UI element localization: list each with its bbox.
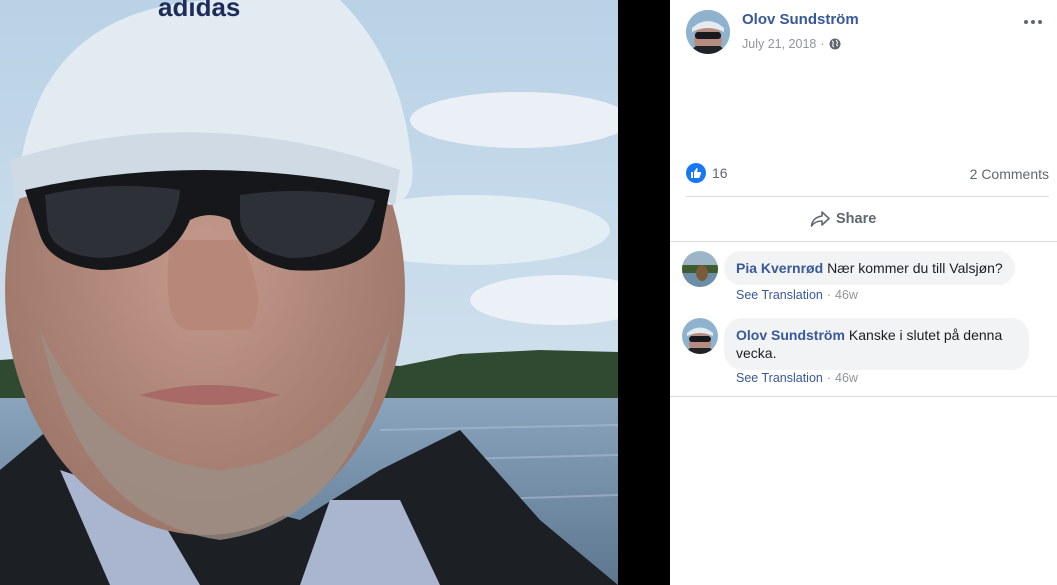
post-header: Olov Sundström July 21, 2018 · bbox=[686, 10, 1046, 58]
author-avatar[interactable] bbox=[686, 10, 730, 54]
post-author-name[interactable]: Olov Sundström bbox=[742, 11, 859, 28]
photo-side-gap bbox=[618, 0, 670, 585]
like-count[interactable]: 16 bbox=[712, 165, 728, 181]
post-meta: July 21, 2018 · bbox=[742, 37, 841, 51]
comments-count-link[interactable]: 2 Comments bbox=[970, 166, 1049, 182]
share-button[interactable]: Share bbox=[810, 206, 876, 232]
comment-bubble: Pia Kvernrød Nær kommer du till Valsjøn? bbox=[724, 251, 1015, 285]
divider bbox=[686, 196, 1049, 197]
meta-separator: · bbox=[826, 288, 832, 302]
more-horizontal-icon[interactable] bbox=[1022, 14, 1044, 30]
cap-logo-text: adidas bbox=[158, 0, 240, 22]
divider bbox=[670, 396, 1057, 397]
divider bbox=[670, 241, 1057, 242]
share-arrow-icon bbox=[810, 211, 830, 227]
post-side-panel: Olov Sundström July 21, 2018 · 16 2 Comm… bbox=[670, 0, 1057, 585]
globe-icon[interactable] bbox=[829, 38, 841, 50]
comment-text-line2: vecka. bbox=[736, 345, 777, 361]
comment-bubble: Olov Sundström Kanske i slutet på denna v… bbox=[724, 318, 1029, 370]
commenter-avatar[interactable] bbox=[682, 251, 718, 287]
post-photo[interactable]: adidas bbox=[0, 0, 618, 585]
post-date[interactable]: July 21, 2018 bbox=[742, 37, 816, 51]
comment-time[interactable]: 46w bbox=[835, 371, 858, 385]
comment-time[interactable]: 46w bbox=[835, 288, 858, 302]
comment-author[interactable]: Pia Kvernrød bbox=[736, 260, 823, 276]
meta-separator: · bbox=[826, 371, 832, 385]
meta-separator: · bbox=[820, 37, 825, 51]
commenter-avatar[interactable] bbox=[682, 318, 718, 354]
see-translation-link[interactable]: See Translation bbox=[736, 288, 823, 302]
see-translation-link[interactable]: See Translation bbox=[736, 371, 823, 385]
share-label: Share bbox=[836, 211, 877, 227]
comment-actions: See Translation · 46w bbox=[736, 288, 858, 302]
comment-text: Nær kommer du till Valsjøn? bbox=[827, 260, 1003, 276]
comment-text-line1: Kanske i slutet på denna bbox=[848, 327, 1003, 343]
like-icon[interactable] bbox=[686, 163, 706, 183]
comment-actions: See Translation · 46w bbox=[736, 371, 858, 385]
comment-author[interactable]: Olov Sundström bbox=[736, 327, 845, 343]
reactions-row: 16 2 Comments bbox=[686, 162, 1049, 186]
selfie-photo-image: adidas bbox=[0, 0, 618, 585]
